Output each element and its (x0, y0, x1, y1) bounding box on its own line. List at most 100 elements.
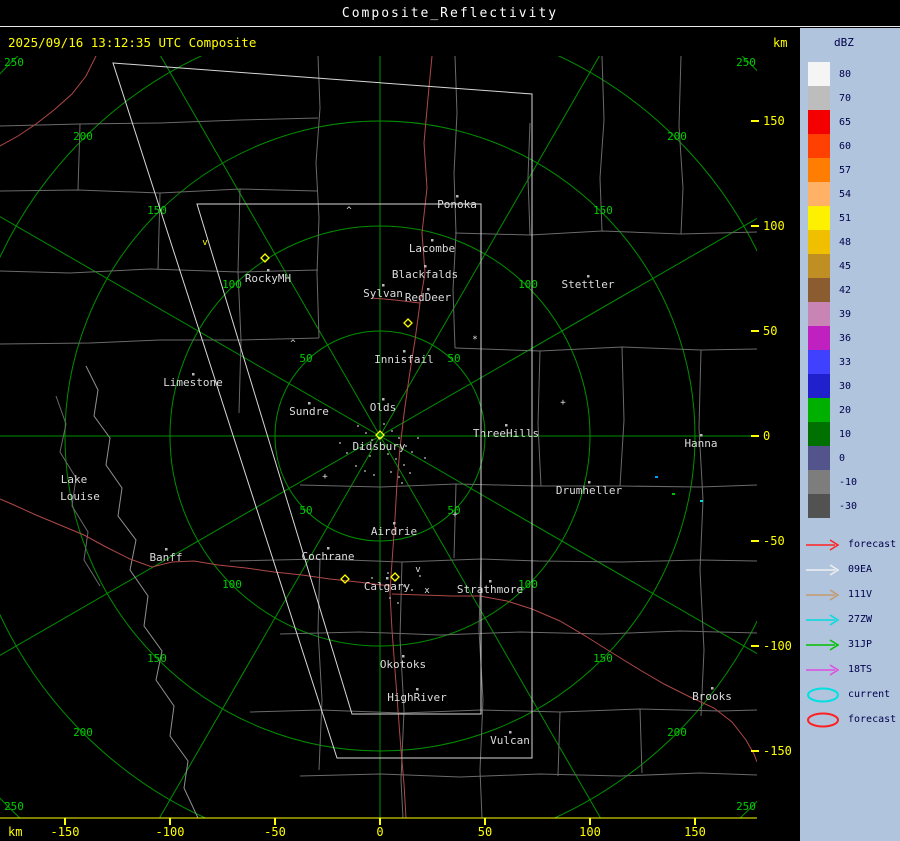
colorbar-title: dBZ (834, 36, 854, 49)
range-ring-label: 250 (4, 800, 24, 813)
bottom-axis-unit: km (8, 825, 22, 839)
colorbar-entry: -30 (808, 494, 857, 518)
city-label: Didsbury (353, 440, 406, 453)
colorbar-entry: 65 (808, 110, 857, 134)
city-label: Blackfalds (392, 268, 458, 281)
colorbar-swatch (808, 134, 830, 158)
legend-label: forecast (848, 539, 897, 550)
colorbar-swatch (808, 206, 830, 230)
colorbar-label: 20 (839, 404, 852, 416)
colorbar-entry: 10 (808, 422, 857, 446)
colorbar-entry: 42 (808, 278, 857, 302)
right-axis-tick-label: -150 (763, 744, 792, 758)
colorbar-label: 48 (839, 236, 852, 248)
legend-label: current (848, 689, 891, 700)
colorbar-label: 42 (839, 284, 852, 296)
range-ring-label: 100 (222, 278, 242, 291)
colorbar-swatch (808, 374, 830, 398)
legend-item: 09EA (804, 557, 896, 582)
legend-item: 31JP (804, 632, 896, 657)
colorbar-entry: 33 (808, 350, 857, 374)
legend-label: 18TS (848, 664, 873, 675)
legend-arrow-icon (806, 663, 840, 676)
legend-label: 09EA (848, 564, 873, 575)
city-label: Banff (149, 551, 182, 564)
colorbar-entry: 54 (808, 182, 857, 206)
bottom-axis-tick-label: 0 (376, 825, 383, 839)
colorbar-entry: 20 (808, 398, 857, 422)
range-ring-label: 150 (593, 652, 613, 665)
city-label: HighRiver (387, 691, 447, 704)
legend-label: 27ZW (848, 614, 873, 625)
range-ring-label: 150 (593, 204, 613, 217)
colorbar-label: 51 (839, 212, 852, 224)
colorbar-swatch (808, 182, 830, 206)
range-ring-label: 150 (147, 652, 167, 665)
colorbar-label: -30 (839, 500, 858, 512)
city-label: Limestone (163, 376, 223, 389)
city-label: Ponoka (437, 198, 477, 211)
colorbar-entry: 48 (808, 230, 857, 254)
colorbar-swatch (808, 398, 830, 422)
city-label: ThreeHills (473, 427, 539, 440)
clutter-symbol: ^ (290, 339, 296, 349)
range-ring-grid (0, 56, 757, 818)
radar-legend: forecast 09EA 111V 27ZW 31JP 18TS current forec… (804, 532, 896, 732)
legend-item: 27ZW (804, 607, 896, 632)
clutter-symbol: + (452, 510, 458, 520)
colorbar-entry: 57 (808, 158, 857, 182)
legend-item: 111V (804, 582, 896, 607)
target-diamond-marker (340, 574, 350, 584)
legend-item: current (804, 682, 896, 707)
colorbar-entry: 45 (808, 254, 857, 278)
range-ring-label: 200 (73, 726, 93, 739)
bottom-axis-tick-label: 50 (478, 825, 492, 839)
right-axis-tick-label: 150 (763, 114, 785, 128)
dbz-colorbar: 80 70 65 60 57 54 51 48 45 42 39 36 33 30 20 10 0 -10 -30 (808, 62, 857, 518)
radar-map-area: 50 100 150 200 250 50 100 150 200 250 50 100 150 200 2… (0, 28, 800, 841)
clutter-symbol: v (415, 565, 420, 575)
city-label: Olds (370, 401, 397, 414)
colorbar-label: 80 (839, 68, 852, 80)
colorbar-label: 33 (839, 356, 852, 368)
colorbar-swatch (808, 62, 830, 86)
city-label: Lake (61, 473, 88, 486)
colorbar-swatch (808, 254, 830, 278)
city-label: Strathmore (457, 583, 523, 596)
city-label: Innisfail (374, 353, 434, 366)
colorbar-label: 60 (839, 140, 852, 152)
legend-label: 111V (848, 589, 873, 600)
colorbar-label: 45 (839, 260, 852, 272)
city-label: RedDeer (405, 291, 452, 304)
colorbar-swatch (808, 422, 830, 446)
range-ring-label: 200 (73, 130, 93, 143)
colorbar-swatch (808, 350, 830, 374)
colorbar-label: 10 (839, 428, 852, 440)
radar-map-canvas: 50 100 150 200 250 50 100 150 200 250 50 100 150 200 2… (0, 35, 792, 839)
colorbar-label: -10 (839, 476, 858, 488)
colorbar-entry: 39 (808, 302, 857, 326)
colorbar-swatch (808, 158, 830, 182)
colorbar-entry: -10 (808, 470, 857, 494)
right-axis-tick-label: -100 (763, 639, 792, 653)
colorbar-label: 54 (839, 188, 852, 200)
radar-application-window: Composite_Reflectivity 50 100 150 200 25… (0, 0, 900, 841)
legend-label: 31JP (848, 639, 873, 650)
clutter-symbol: ^ (346, 206, 352, 216)
colorbar-swatch (808, 470, 830, 494)
range-ring-label: 50 (299, 504, 312, 517)
legend-ellipse-icon (807, 687, 839, 702)
target-diamond-marker (403, 318, 413, 328)
city-label: Okotoks (380, 658, 426, 671)
colorbar-swatch (808, 446, 830, 470)
colorbar-swatch (808, 86, 830, 110)
colorbar-swatch (808, 494, 830, 518)
right-axis-unit: km (773, 36, 787, 50)
legend-arrow-icon (806, 613, 840, 626)
city-label: RockyMH (245, 272, 291, 285)
colorbar-entry: 51 (808, 206, 857, 230)
legend-arrow-icon (806, 588, 840, 601)
legend-arrow-icon (806, 538, 840, 551)
clutter-symbol: + (322, 472, 328, 482)
legend-ellipse-icon (807, 712, 839, 727)
